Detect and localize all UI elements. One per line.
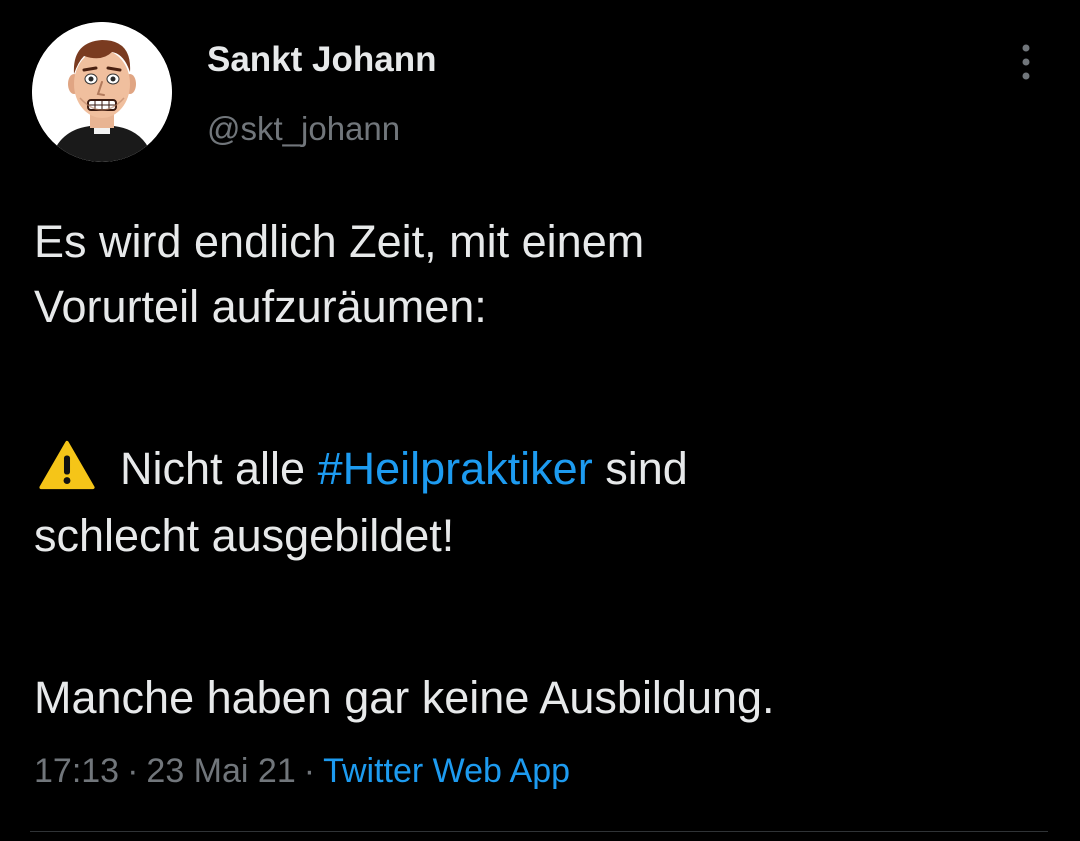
more-options-button[interactable] (1004, 40, 1048, 84)
author-handle[interactable]: @skt_johann (207, 110, 400, 148)
warning-icon (39, 440, 95, 490)
tweet-date[interactable]: 23 Mai 21 (146, 752, 295, 790)
hashtag-link[interactable]: #Heilpraktiker (318, 443, 593, 494)
cartoon-avatar-icon (32, 22, 172, 162)
tweet-text-line: schlecht ausgebildet! (34, 510, 455, 561)
author-display-name[interactable]: Sankt Johann (207, 40, 436, 80)
tweet-text-line: Manche haben gar keine Ausbildung. (34, 672, 775, 723)
divider (30, 831, 1048, 832)
meta-separator: · (127, 752, 139, 790)
tweet-text-line: Es wird endlich Zeit, mit einem (34, 216, 645, 267)
vertical-ellipsis-icon (1022, 44, 1030, 80)
tweet-text-line: Nicht alle #Heilpraktiker sind (34, 436, 1054, 501)
tweet-metadata: 17:13 · 23 Mai 21 · Twitter Web App (34, 752, 570, 791)
tweet-source-link[interactable]: Twitter Web App (323, 752, 570, 790)
meta-separator: · (303, 752, 316, 790)
author-avatar[interactable] (32, 22, 172, 162)
tweet: Sankt Johann @skt_johann Es wird endlich… (0, 0, 1080, 841)
tweet-text-line: Vorurteil aufzuräumen: (34, 281, 487, 332)
tweet-time[interactable]: 17:13 (34, 752, 119, 790)
tweet-text-segment: Nicht alle (120, 443, 306, 494)
tweet-text-segment: sind (605, 443, 688, 494)
